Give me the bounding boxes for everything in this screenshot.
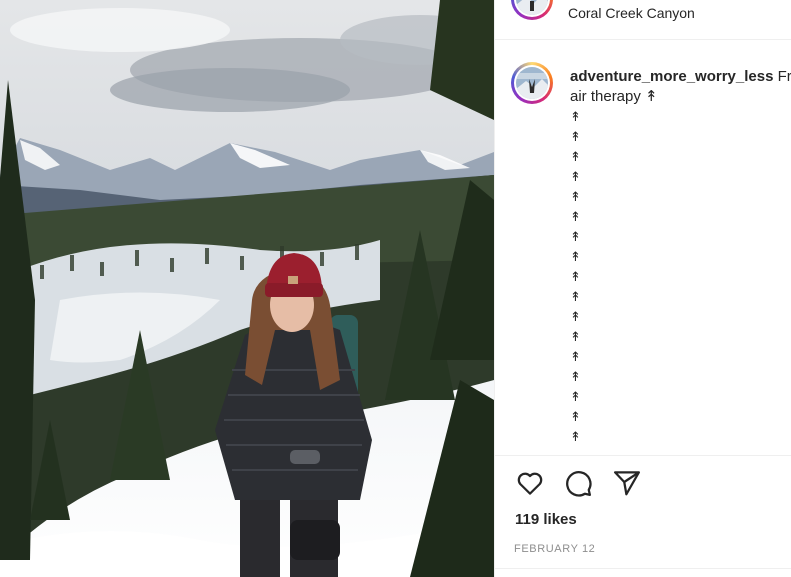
comment-bubble-icon[interactable] — [563, 468, 593, 498]
caption-arrow-line: ↟ — [570, 369, 581, 384]
post-username[interactable]: adventure_more_worry_less — [570, 68, 773, 85]
header-divider — [495, 39, 791, 40]
caption-arrow-line: ↟ — [570, 329, 581, 344]
caption-arrow-line: ↟ — [570, 289, 581, 304]
caption-arrow-line: ↟ — [570, 269, 581, 284]
caption-arrow-line: ↟ — [570, 309, 581, 324]
caption-arrow-line: ↟ — [570, 409, 581, 424]
actions-divider — [495, 455, 791, 456]
post-photo[interactable] — [0, 0, 494, 577]
caption-arrow-line: ↟ — [570, 229, 581, 244]
heart-icon[interactable] — [515, 468, 545, 498]
caption-arrow-line: ↟ — [570, 169, 581, 184]
post-caption: adventure_more_worry_less Fr air therapy… — [570, 67, 791, 447]
caption-arrow-line: ↟ — [570, 129, 581, 144]
avatar-image — [516, 67, 548, 99]
paper-plane-icon[interactable] — [612, 468, 642, 498]
caption-arrow-line: ↟ — [570, 389, 581, 404]
caption-arrow-line: ↟ — [570, 109, 581, 124]
winter-hiker-photo — [0, 0, 494, 577]
like-count[interactable]: 119 likes — [515, 511, 577, 528]
caption-arrow-line: ↟ — [570, 189, 581, 204]
header-avatar[interactable] — [511, 0, 553, 20]
caption-arrow-line: ↟ — [570, 349, 581, 364]
post-details-panel: Coral Creek Canyon adventure_more_worry_… — [494, 0, 791, 577]
caption-avatar[interactable] — [511, 62, 553, 104]
caption-arrow-line: ↟ — [570, 429, 581, 444]
caption-line: air therapy ↟ — [570, 88, 658, 105]
caption-arrow-line: ↟ — [570, 209, 581, 224]
caption-arrow-line: ↟ — [570, 149, 581, 164]
bottom-divider — [495, 568, 791, 569]
post-location[interactable]: Coral Creek Canyon — [568, 5, 695, 21]
avatar-image — [516, 0, 548, 15]
caption-arrow-line: ↟ — [570, 249, 581, 264]
caption-text-start: Fr — [777, 68, 791, 85]
caption-arrows: ↟ ↟ ↟ ↟ ↟ ↟ ↟ ↟ ↟ ↟ ↟ ↟ ↟ ↟ ↟ ↟ ↟ — [570, 107, 791, 447]
post-date: FEBRUARY 12 — [514, 543, 596, 555]
